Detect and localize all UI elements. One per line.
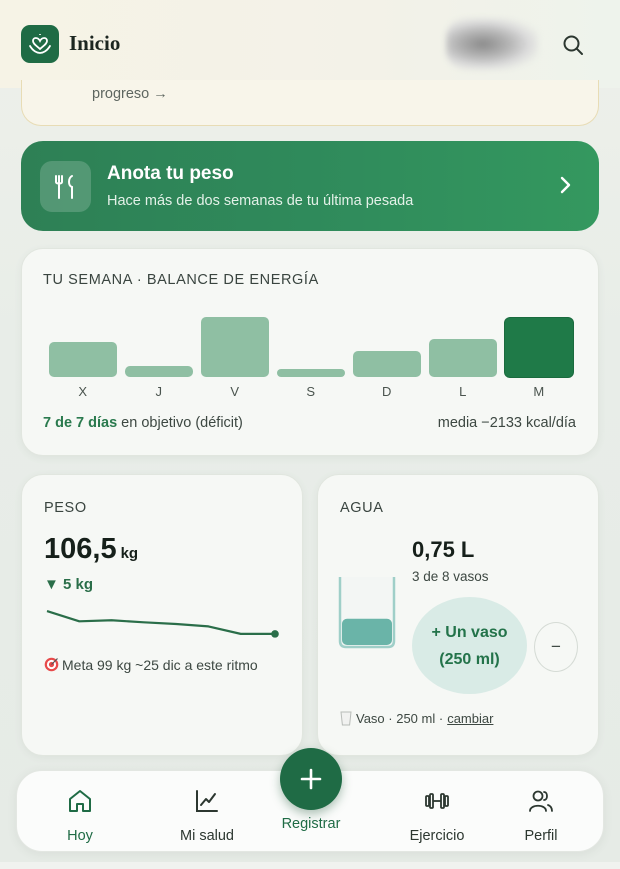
nav-label-ejercicio: Ejercicio bbox=[409, 828, 465, 844]
weight-trend-line bbox=[46, 610, 273, 635]
week-day-label: V bbox=[230, 384, 240, 399]
week-energy-card[interactable]: TU SEMANA · BALANCE DE ENERGÍA XJVSDLM 7… bbox=[21, 248, 599, 456]
glass-icon bbox=[340, 711, 352, 726]
week-day-label: L bbox=[459, 384, 467, 399]
week-bar-m bbox=[505, 317, 573, 377]
search-icon bbox=[563, 35, 583, 55]
fork-knife-icon bbox=[40, 161, 91, 212]
nav-item-perfil[interactable]: Perfil bbox=[511, 771, 571, 853]
glass-size-text: Vaso · 250 ml · bbox=[356, 711, 444, 726]
search-button[interactable] bbox=[558, 30, 588, 60]
dumbbell-icon bbox=[423, 787, 451, 815]
week-bar-j bbox=[125, 366, 193, 377]
week-bar-d bbox=[353, 351, 421, 377]
nav-item-hoy[interactable]: Hoy bbox=[49, 771, 111, 853]
register-button[interactable] bbox=[280, 748, 342, 810]
week-bar-x bbox=[49, 342, 117, 377]
banner-subtitle: Hace más de dos semanas de tu última pes… bbox=[107, 193, 414, 209]
weight-value: 106,5 bbox=[44, 533, 117, 565]
nav-label-hoy: Hoy bbox=[67, 828, 93, 844]
add-glass-button[interactable]: + Un vaso (250 ml) bbox=[412, 597, 527, 694]
app-header: Inicio bbox=[0, 0, 620, 88]
week-bar-v bbox=[201, 317, 269, 377]
change-glass-link[interactable]: cambiar bbox=[447, 711, 493, 726]
glass-size-row: Vaso · 250 ml · cambiar bbox=[340, 711, 493, 726]
chart-line-icon bbox=[194, 787, 220, 815]
remove-glass-button[interactable]: − bbox=[534, 622, 578, 672]
week-bar-s bbox=[277, 368, 345, 377]
nav-label-registrar[interactable]: Registrar bbox=[268, 816, 354, 832]
goal-summary: 7 de 7 días en objetivo (déficit) bbox=[43, 415, 243, 431]
water-label: AGUA bbox=[340, 500, 384, 516]
glass-water-fill bbox=[342, 618, 392, 645]
goal-text: en objetivo (déficit) bbox=[117, 415, 243, 431]
weight-delta: ▼ 5 kg bbox=[44, 576, 94, 593]
nav-label-mi-salud: Mi salud bbox=[180, 828, 234, 844]
avatar[interactable] bbox=[446, 18, 538, 70]
water-card[interactable]: AGUA 0,75 L 3 de 8 vasos + Un vaso (250 … bbox=[317, 474, 599, 756]
add-glass-label: + Un vaso (250 ml) bbox=[431, 623, 508, 668]
weight-value-wrap: 106,5 kg bbox=[44, 533, 138, 566]
plus-icon bbox=[300, 768, 322, 790]
banner-title: Anota tu peso bbox=[107, 163, 234, 184]
weight-goal-wrap: Meta 99 kg ~25 dic a este ritmo bbox=[44, 657, 258, 675]
week-day-label: J bbox=[155, 384, 163, 399]
nav-label-perfil: Perfil bbox=[524, 828, 558, 844]
average-kcal: media −2133 kcal/día bbox=[437, 415, 576, 431]
weight-trend-latest-point bbox=[271, 630, 279, 638]
progress-link[interactable]: progreso → bbox=[92, 86, 168, 102]
log-weight-banner[interactable]: Anota tu peso Hace más de dos semanas de… bbox=[21, 141, 599, 231]
weight-card[interactable]: PESO 106,5 kg ▼ 5 kg Meta 99 kg ~25 dic a… bbox=[21, 474, 303, 756]
water-glass-gauge bbox=[338, 577, 396, 649]
week-day-label: X bbox=[78, 384, 88, 399]
week-day-label: D bbox=[382, 384, 392, 399]
users-icon bbox=[528, 787, 554, 815]
page-title: Inicio bbox=[69, 31, 121, 55]
target-icon bbox=[44, 657, 59, 675]
nav-item-mi-salud[interactable]: Mi salud bbox=[157, 771, 257, 853]
week-bar-l bbox=[429, 338, 497, 377]
weight-goal: Meta 99 kg ~25 dic a este ritmo bbox=[62, 657, 258, 673]
water-value: 0,75 L bbox=[412, 537, 475, 562]
week-day-label: M bbox=[533, 384, 545, 399]
bottom-strip bbox=[0, 862, 620, 869]
goal-days: 7 de 7 días bbox=[43, 415, 118, 431]
weight-unit: kg bbox=[120, 545, 139, 562]
weight-trend-sparkline bbox=[46, 610, 279, 638]
chevron-right-icon bbox=[559, 175, 573, 200]
heart-hands-icon[interactable] bbox=[21, 25, 59, 63]
water-count: 3 de 8 vasos bbox=[412, 569, 489, 584]
week-day-label: S bbox=[306, 384, 316, 399]
weight-label: PESO bbox=[44, 500, 87, 516]
nav-item-ejercicio[interactable]: Ejercicio bbox=[387, 771, 487, 853]
home-icon bbox=[67, 787, 93, 815]
